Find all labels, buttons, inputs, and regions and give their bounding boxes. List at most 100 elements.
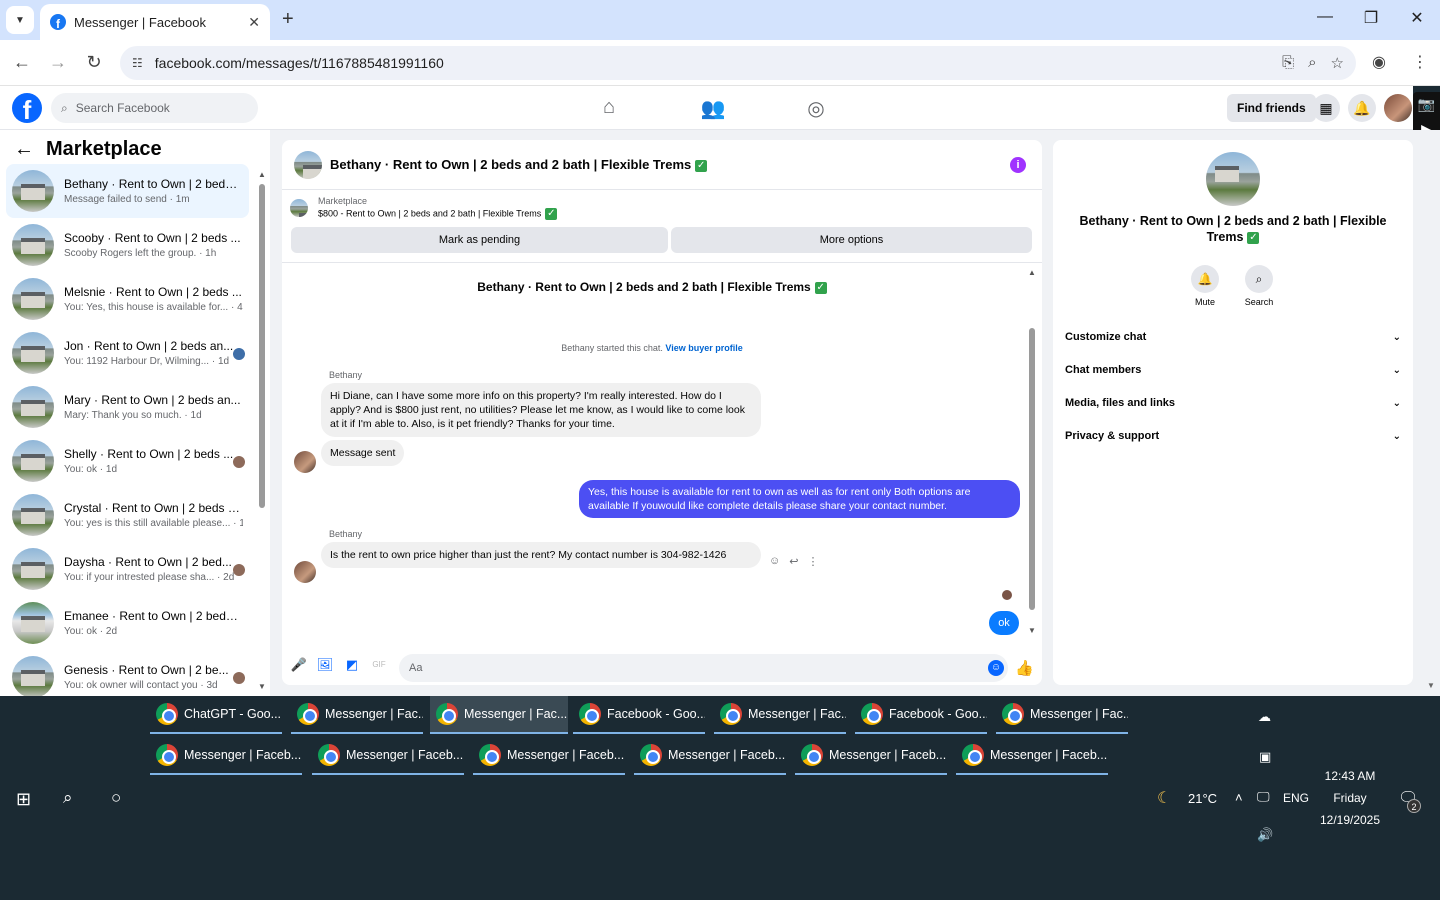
windows-start-icon[interactable]: ⊞	[16, 789, 31, 810]
install-app-icon[interactable]: ⎘	[1282, 54, 1294, 72]
more-icon[interactable]: ⋮	[807, 555, 818, 568]
onedrive-icon[interactable]: ☁	[1258, 709, 1271, 725]
scroll-up-icon[interactable]: ▲	[1028, 268, 1036, 277]
outgoing-message[interactable]: Yes, this house is available for rent to…	[579, 480, 1020, 518]
menu-grid-icon[interactable]: ▦	[1312, 94, 1340, 122]
close-window-button[interactable]: ✕	[1402, 8, 1432, 28]
scroll-down-icon[interactable]: ▼	[258, 682, 266, 691]
volume-icon[interactable]: 🔊	[1257, 827, 1273, 843]
view-buyer-profile-link[interactable]: View buyer profile	[665, 343, 742, 353]
minimize-button[interactable]: —	[1310, 8, 1340, 26]
scroll-thumb[interactable]	[259, 184, 265, 508]
message-input[interactable]	[409, 662, 949, 674]
cortana-icon[interactable]: ○	[111, 788, 121, 808]
reload-icon[interactable]: ↻	[82, 52, 106, 73]
taskbar-item-facebook[interactable]: Facebook - Goo...	[573, 696, 705, 734]
notifications-bell-icon[interactable]: 🔔	[1348, 94, 1376, 122]
sidebar-scrollbar[interactable]: ▲ ▼	[258, 170, 266, 691]
list-item[interactable]: Daysha · Rent to Own | 2 bed... You: if y…	[6, 542, 249, 596]
list-item[interactable]: Mary · Rent to Own | 2 beds an... Mary: T…	[6, 380, 249, 434]
list-item[interactable]: Crystal · Rent to Own | 2 beds a... You: …	[6, 488, 249, 542]
camera-icon[interactable]: 📷	[1418, 96, 1435, 113]
taskbar-item-messenger[interactable]: Messenger | Faceb...	[956, 737, 1108, 775]
list-item[interactable]: Emanee · Rent to Own | 2 beds ... You: ok…	[6, 596, 249, 650]
page-scroll-down-icon[interactable]: ▼	[1427, 681, 1435, 690]
privacy-support-section[interactable]: Privacy & support ⌄	[1065, 425, 1401, 447]
taskbar-item-messenger[interactable]: Messenger | Fac...	[714, 696, 846, 734]
incoming-message[interactable]: Is the rent to own price higher than jus…	[321, 542, 761, 568]
close-tab-icon[interactable]: ✕	[248, 14, 260, 31]
profile-icon[interactable]: ◉	[1372, 52, 1386, 72]
taskbar-item-messenger[interactable]: Messenger | Faceb...	[150, 737, 302, 775]
outgoing-message[interactable]: ok	[989, 611, 1019, 635]
tab-search-button[interactable]: ▼	[6, 6, 34, 34]
sender-avatar[interactable]	[294, 451, 316, 473]
maximize-button[interactable]: ❐	[1356, 8, 1386, 28]
input-language[interactable]: ENG	[1283, 791, 1309, 805]
search-icon[interactable]: ⌕	[63, 788, 73, 808]
attach-photo-icon[interactable]: 🖼	[316, 657, 334, 673]
taskbar-item-messenger[interactable]: Messenger | Fac...	[291, 696, 423, 734]
more-options-button[interactable]: More options	[671, 227, 1032, 253]
taskbar-item-messenger[interactable]: Messenger | Faceb...	[634, 737, 786, 775]
site-settings-icon[interactable]: ☷	[132, 56, 143, 70]
list-item[interactable]: Bethany · Rent to Own | 2 beds ... Messag…	[6, 164, 249, 218]
taskbar-item-facebook[interactable]: Facebook - Goo...	[855, 696, 987, 734]
find-friends-button[interactable]: Find friends	[1227, 94, 1316, 122]
gif-icon[interactable]: GIF	[370, 660, 388, 669]
taskbar-item-messenger-active[interactable]: Messenger | Fac...	[430, 696, 568, 734]
info-icon[interactable]: i	[1010, 157, 1026, 173]
list-item[interactable]: Scooby · Rent to Own | 2 beds ... Scooby …	[6, 218, 249, 272]
chat-members-section[interactable]: Chat members ⌄	[1065, 359, 1401, 381]
clock-date[interactable]: 12/19/2025	[1312, 813, 1388, 827]
weather-moon-icon[interactable]: ☾	[1157, 788, 1171, 808]
emoji-icon[interactable]: ☺	[988, 660, 1004, 676]
scroll-thumb[interactable]	[1029, 328, 1035, 610]
listing-summary[interactable]: Marketplace $800 - Rent to Own | 2 beds …	[290, 196, 558, 220]
bookmark-star-icon[interactable]: ☆	[1331, 54, 1344, 72]
meet-now-icon[interactable]: ▣	[1259, 749, 1271, 765]
listing-avatar[interactable]	[1206, 152, 1260, 206]
groups-icon[interactable]: ◎	[801, 96, 831, 121]
chat-scrollbar[interactable]: ▲ ▼	[1028, 268, 1036, 638]
zoom-icon[interactable]: ⌕	[1308, 54, 1316, 72]
taskbar-item-messenger[interactable]: Messenger | Faceb...	[473, 737, 625, 775]
address-bar[interactable]: ☷ facebook.com/messages/t/11678854819911…	[120, 46, 1356, 80]
message-input-box[interactable]: ☺	[399, 654, 1008, 682]
network-icon[interactable]: 🖵	[1257, 789, 1270, 805]
scroll-down-icon[interactable]: ▼	[1028, 626, 1036, 635]
incoming-message[interactable]: Message sent	[321, 440, 405, 466]
clock-time[interactable]: 12:43 AM	[1312, 769, 1388, 783]
thumbs-up-icon[interactable]: 👍	[1015, 659, 1034, 677]
chevron-up-icon[interactable]: ˄	[1235, 790, 1243, 805]
mute-button[interactable]: 🔔 Mute	[1180, 265, 1230, 307]
reply-icon[interactable]: ↩	[789, 555, 798, 568]
browser-tab-messenger[interactable]: f Messenger | Facebook ✕	[40, 4, 270, 40]
incoming-message[interactable]: Hi Diane, can I have some more info on t…	[321, 383, 761, 437]
search-button[interactable]: ⌕ Search	[1234, 265, 1284, 307]
temperature[interactable]: 21°C	[1188, 791, 1217, 806]
account-avatar[interactable]	[1384, 94, 1412, 122]
facebook-search[interactable]: ⌕	[51, 93, 258, 123]
browser-menu-icon[interactable]: ⋮	[1412, 52, 1428, 72]
facebook-search-input[interactable]	[75, 101, 236, 115]
taskbar-item-messenger[interactable]: Messenger | Faceb...	[312, 737, 464, 775]
microphone-icon[interactable]: 🎤	[290, 657, 308, 673]
taskbar-item-messenger[interactable]: Messenger | Fac...	[996, 696, 1128, 734]
back-arrow-icon[interactable]: ←	[10, 52, 34, 73]
friends-icon[interactable]: 👥	[698, 96, 728, 121]
chat-title[interactable]: Bethany · Rent to Own | 2 beds and 2 bat…	[330, 157, 708, 172]
sender-avatar[interactable]	[294, 561, 316, 583]
facebook-logo[interactable]: f	[12, 93, 42, 123]
mark-as-pending-button[interactable]: Mark as pending	[291, 227, 668, 253]
listing-thumbnail[interactable]	[294, 150, 322, 179]
new-tab-button[interactable]: +	[282, 8, 294, 31]
back-arrow-icon[interactable]: ←	[14, 138, 34, 161]
list-item[interactable]: Shelly · Rent to Own | 2 beds ... You: ok…	[6, 434, 249, 488]
taskbar-item-messenger[interactable]: Messenger | Faceb...	[795, 737, 947, 775]
list-item[interactable]: Jon · Rent to Own | 2 beds an... You: 119…	[6, 326, 249, 380]
customize-chat-section[interactable]: Customize chat ⌄	[1065, 326, 1401, 348]
react-emoji-icon[interactable]: ☺	[769, 555, 780, 568]
home-icon[interactable]: ⌂	[594, 96, 624, 119]
clock-day[interactable]: Friday	[1312, 791, 1388, 805]
